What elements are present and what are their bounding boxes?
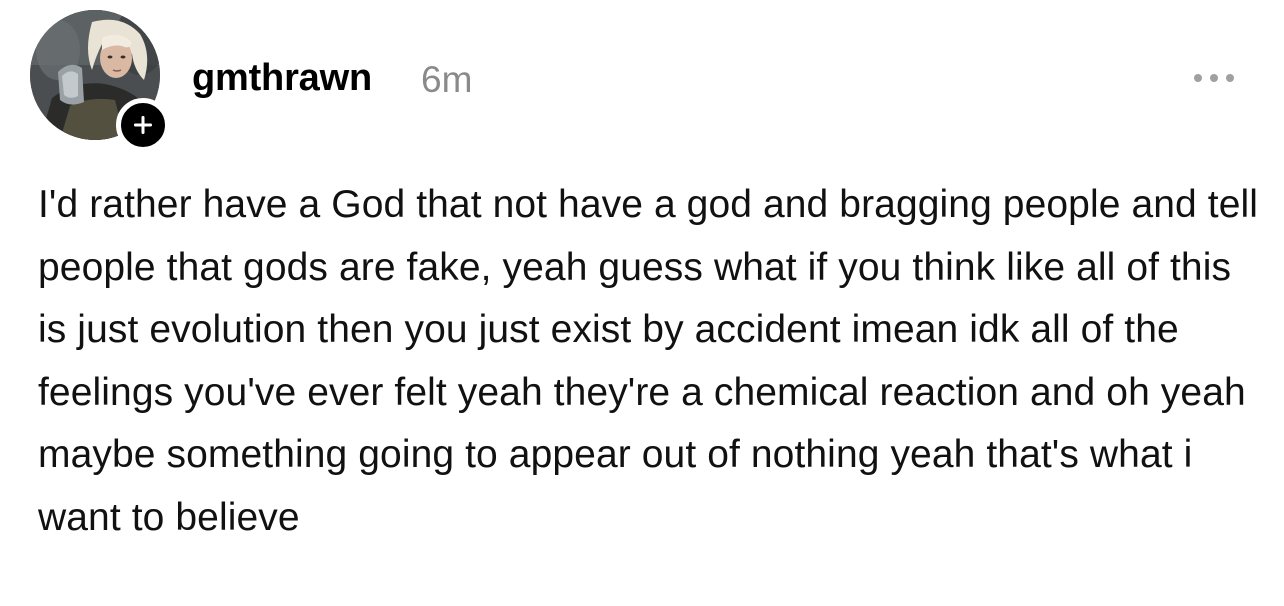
ellipsis-icon <box>1194 74 1234 82</box>
post-card: gmthrawn 6m I'd rather have a God that n… <box>0 0 1284 606</box>
more-options-button[interactable] <box>1186 62 1242 94</box>
plus-icon <box>134 116 152 134</box>
author-avatar-group[interactable] <box>30 10 170 152</box>
author-username[interactable]: gmthrawn <box>192 56 372 100</box>
post-timestamp: 6m <box>421 59 473 100</box>
post-text: I'd rather have a God that not have a go… <box>38 183 1259 539</box>
follow-button[interactable] <box>116 98 170 152</box>
